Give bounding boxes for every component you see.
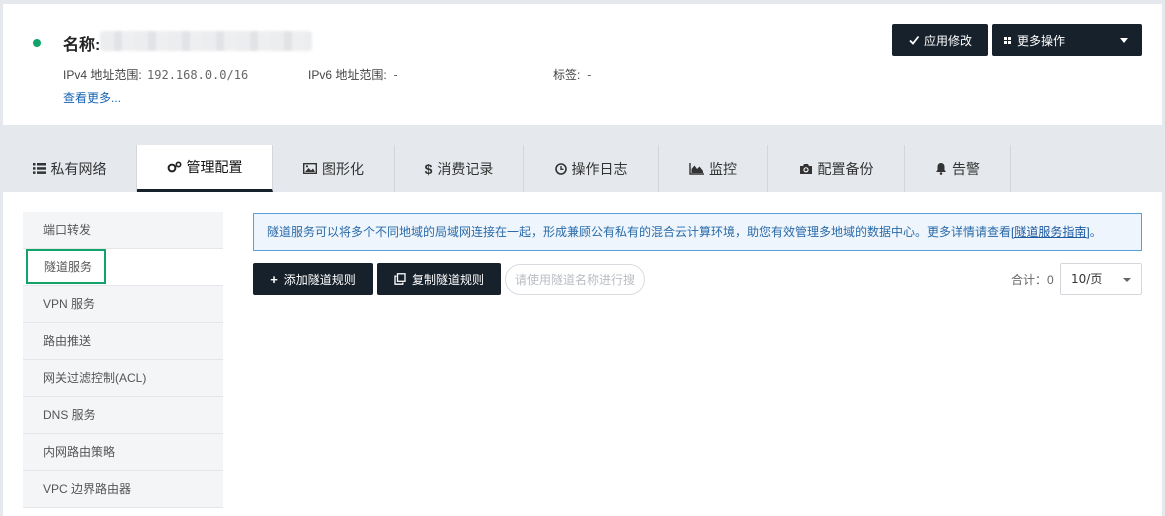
ipv4-range: IPv4 地址范围: 192.168.0.0/16 bbox=[63, 66, 248, 83]
tab-label: 操作日志 bbox=[571, 160, 628, 177]
tab-alerts[interactable]: 告警 bbox=[905, 145, 1011, 192]
tunnel-search-input[interactable] bbox=[505, 264, 645, 295]
tags-value: - bbox=[585, 68, 593, 82]
tab-graphics[interactable]: 图形化 bbox=[273, 145, 395, 192]
tab-label: 私有网络 bbox=[50, 160, 107, 177]
dollar-icon: $ bbox=[424, 160, 433, 177]
list-icon bbox=[32, 163, 46, 174]
gears-icon bbox=[167, 161, 182, 173]
plus-icon: + bbox=[270, 271, 278, 287]
ipv6-range: IPv6 地址范围: - bbox=[308, 66, 399, 83]
check-icon bbox=[909, 35, 920, 45]
status-indicator bbox=[33, 39, 41, 47]
tab-label: 管理配置 bbox=[186, 159, 243, 175]
tab-label: 图形化 bbox=[322, 160, 364, 177]
ipv6-value: - bbox=[392, 68, 400, 82]
ipv6-label: IPv6 地址范围: bbox=[308, 68, 387, 82]
sidebar-item-route-push[interactable]: 路由推送 bbox=[23, 323, 223, 360]
more-actions-dropdown[interactable]: 更多操作 bbox=[992, 24, 1142, 56]
sidebar-item-vpn-service[interactable]: VPN 服务 bbox=[23, 286, 223, 323]
sidebar-item-port-forwarding[interactable]: 端口转发 bbox=[23, 212, 223, 249]
caret-down-icon bbox=[1120, 38, 1128, 43]
info-notice: 隧道服务可以将多个不同地域的局域网连接在一起，形成兼顾公有私有的混合云计算环境，… bbox=[253, 213, 1142, 251]
tab-monitoring[interactable]: 监控 bbox=[659, 145, 768, 192]
tags: 标签: - bbox=[553, 66, 593, 83]
page-size-select[interactable]: 10/页 bbox=[1060, 263, 1142, 295]
apply-changes-label: 应用修改 bbox=[923, 33, 972, 48]
sidebar-item-acl[interactable]: 网关过滤控制(ACL) bbox=[23, 360, 223, 397]
sidebar-item-tunnel-service[interactable]: 隧道服务 bbox=[23, 249, 223, 286]
copy-tunnel-rule-label: 复制隧道规则 bbox=[411, 272, 484, 287]
tab-bar: 私有网络 管理配置 图形化 $ 消费记录 操作日志 监控 配置备份 告警 bbox=[3, 145, 1162, 192]
notice-text: 隧道服务可以将多个不同地域的局域网连接在一起，形成兼顾公有私有的混合云计算环境，… bbox=[267, 225, 1012, 239]
tab-label: 配置备份 bbox=[817, 160, 874, 177]
name-value bbox=[100, 31, 312, 51]
tab-label: 告警 bbox=[952, 160, 980, 177]
notice-end: 。 bbox=[1089, 225, 1102, 239]
area-chart-icon bbox=[689, 162, 704, 175]
add-tunnel-rule-label: 添加隧道规则 bbox=[283, 272, 356, 287]
tags-label: 标签: bbox=[553, 68, 581, 82]
caret-down-icon bbox=[1123, 278, 1131, 282]
ipv4-value: 192.168.0.0/16 bbox=[147, 68, 249, 82]
camera-icon bbox=[799, 163, 812, 174]
tab-management[interactable]: 管理配置 bbox=[137, 145, 273, 192]
total-count: 合计：0 bbox=[1011, 273, 1054, 287]
page-size-value: 10/页 bbox=[1071, 272, 1103, 286]
apply-changes-button[interactable]: 应用修改 bbox=[892, 24, 988, 56]
clock-icon bbox=[554, 162, 567, 175]
resource-header: 名称: IPv4 地址范围: 192.168.0.0/16 IPv6 地址范围:… bbox=[3, 4, 1162, 125]
sidebar-item-vpc-border-router[interactable]: VPC 边界路由器 bbox=[23, 471, 223, 508]
tab-billing[interactable]: $ 消费记录 bbox=[395, 145, 524, 192]
more-actions-label: 更多操作 bbox=[1017, 33, 1066, 48]
tab-label: 消费记录 bbox=[437, 160, 494, 177]
copy-icon bbox=[394, 273, 406, 285]
add-tunnel-rule-button[interactable]: + 添加隧道规则 bbox=[253, 263, 373, 295]
tab-config-backup[interactable]: 配置备份 bbox=[768, 145, 905, 192]
main-content: 端口转发 隧道服务 VPN 服务 路由推送 网关过滤控制(ACL) DNS 服务… bbox=[3, 192, 1162, 516]
name-label: 名称: bbox=[63, 37, 101, 54]
tab-operation-log[interactable]: 操作日志 bbox=[524, 145, 659, 192]
tunnel-guide-link[interactable]: [隧道服务指南] bbox=[1011, 225, 1090, 239]
copy-tunnel-rule-button[interactable]: 复制隧道规则 bbox=[377, 263, 501, 295]
view-more-link[interactable]: 查看更多... bbox=[63, 89, 121, 106]
sidebar-item-routing-policy[interactable]: 内网路由策略 bbox=[23, 434, 223, 471]
image-icon bbox=[303, 163, 317, 174]
tab-vpc[interactable]: 私有网络 bbox=[3, 145, 137, 192]
bell-icon bbox=[936, 163, 946, 175]
grid-icon bbox=[1004, 36, 1011, 44]
sidebar-item-dns-service[interactable]: DNS 服务 bbox=[23, 397, 223, 434]
ipv4-label: IPv4 地址范围: bbox=[63, 68, 142, 82]
config-sidebar: 端口转发 隧道服务 VPN 服务 路由推送 网关过滤控制(ACL) DNS 服务… bbox=[23, 212, 223, 508]
tab-label: 监控 bbox=[709, 160, 737, 177]
